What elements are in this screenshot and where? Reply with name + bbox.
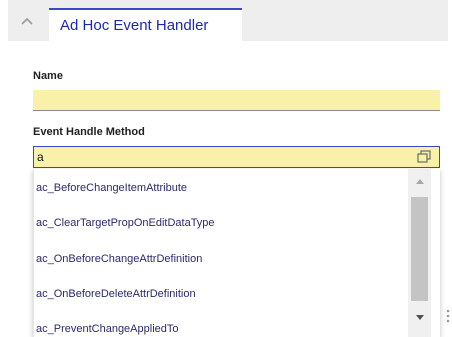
event-handle-method-label: Event Handle Method	[33, 126, 145, 138]
method-suggestion-list: ac_BeforeChangeItemAttribute ac_ClearTar…	[33, 169, 440, 337]
lookup-copy-icon[interactable]	[416, 149, 432, 165]
scroll-up-button[interactable]	[408, 169, 431, 193]
scroll-up-arrow-icon	[415, 178, 424, 184]
suggestion-item[interactable]: ac_ClearTargetPropOnEditDataType	[36, 213, 215, 233]
dropdown-scrollbar[interactable]	[408, 169, 431, 337]
collapse-button[interactable]	[16, 10, 38, 32]
scroll-thumb[interactable]	[411, 197, 428, 301]
tab-title: Ad Hoc Event Handler	[60, 17, 209, 34]
event-handle-method-input[interactable]	[33, 146, 440, 168]
name-label: Name	[33, 70, 63, 82]
suggestion-item[interactable]: ac_OnBeforeDeleteAttrDefinition	[36, 284, 196, 304]
chevron-up-icon	[21, 17, 33, 25]
suggestion-item[interactable]: ac_BeforeChangeItemAttribute	[36, 178, 187, 198]
suggestion-item[interactable]: ac_OnBeforeChangeAttrDefinition	[36, 249, 202, 269]
more-options-icon[interactable]	[446, 309, 450, 323]
suggestion-item[interactable]: ac_PreventChangeAppliedTo	[36, 319, 179, 337]
scroll-down-button[interactable]	[408, 305, 431, 329]
event-handler-panel: Ad Hoc Event Handler Name Event Handle M…	[0, 0, 452, 337]
name-field[interactable]	[33, 90, 440, 111]
scroll-down-arrow-icon	[415, 314, 424, 320]
tab-ad-hoc-event-handler[interactable]: Ad Hoc Event Handler	[49, 8, 242, 41]
